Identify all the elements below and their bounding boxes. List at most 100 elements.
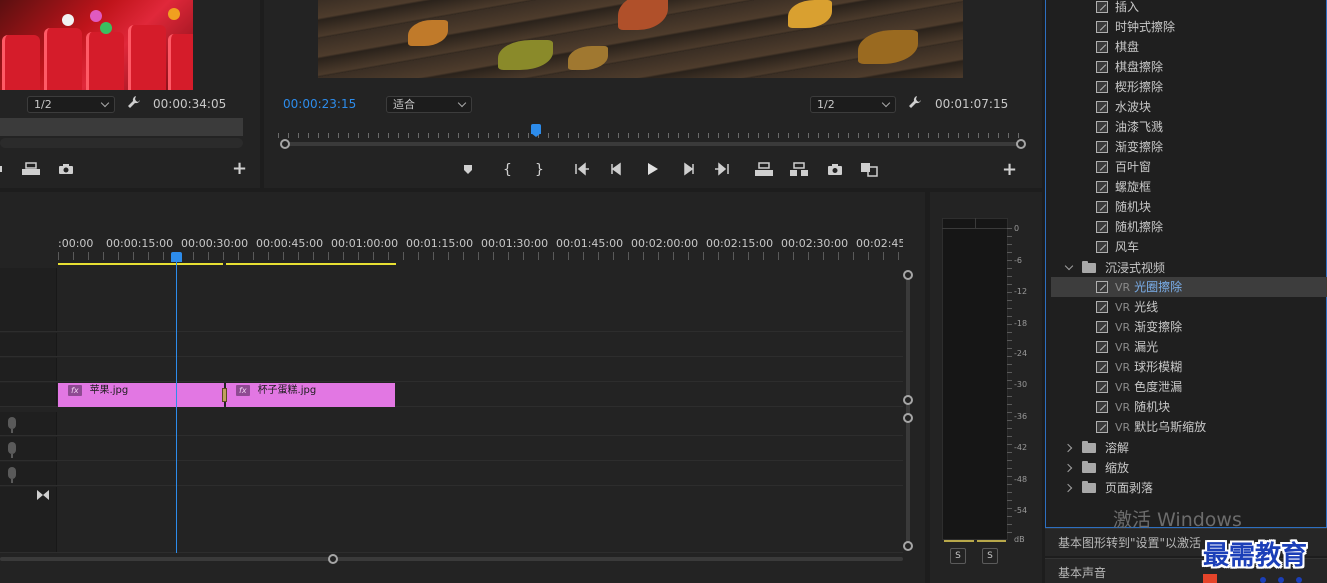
step-back-icon[interactable]	[606, 158, 628, 180]
scroll-handle[interactable]	[903, 413, 913, 423]
play-icon[interactable]	[641, 158, 663, 180]
effect-item[interactable]: 百叶窗	[1051, 157, 1327, 177]
step-forward-icon[interactable]	[677, 158, 699, 180]
track-header[interactable]	[0, 358, 57, 381]
source-resolution-dropdown[interactable]: 1/2	[27, 96, 115, 113]
master-track-row[interactable]	[0, 487, 903, 553]
folder-dissolve[interactable]: 溶解	[1051, 438, 1327, 458]
program-time-ruler[interactable]	[278, 126, 1026, 138]
effect-item[interactable]: VR 随机块	[1051, 397, 1327, 417]
chevron-down-icon[interactable]	[1064, 261, 1074, 271]
source-time-ruler[interactable]	[0, 118, 243, 136]
effect-item[interactable]: 风车	[1051, 237, 1327, 257]
effect-item[interactable]: VR 色度泄漏	[1051, 377, 1327, 397]
program-fit-dropdown[interactable]: 适合	[386, 96, 472, 113]
effect-item[interactable]: VR 渐变擦除	[1051, 317, 1327, 337]
effect-item[interactable]: 插入	[1051, 0, 1327, 17]
audio-track-row[interactable]	[0, 462, 903, 486]
go-to-out-icon[interactable]	[711, 158, 733, 180]
scroll-handle[interactable]	[903, 541, 913, 551]
folder-page-peel[interactable]: 页面剥落	[1051, 478, 1327, 498]
video-track-row[interactable]	[0, 358, 903, 382]
track-header[interactable]	[0, 437, 57, 460]
program-duration-timecode: 00:01:07:15	[935, 97, 1009, 111]
effect-item[interactable]: VR 漏光	[1051, 337, 1327, 357]
overwrite-icon[interactable]	[0, 164, 4, 174]
add-button[interactable]: +	[232, 158, 247, 179]
effect-item[interactable]: 楔形擦除	[1051, 77, 1327, 97]
microphone-icon[interactable]	[8, 417, 16, 429]
effect-item[interactable]: VR 球形模糊	[1051, 357, 1327, 377]
extract-icon[interactable]	[788, 158, 810, 180]
timeline-ruler-labels[interactable]: :00:00 00:00:15:00 00:00:30:00 00:00:45:…	[58, 237, 903, 251]
work-area-bar[interactable]	[58, 263, 223, 265]
solo-left-button[interactable]: S	[950, 548, 966, 564]
microphone-icon[interactable]	[8, 442, 16, 454]
solo-right-button[interactable]: S	[982, 548, 998, 564]
effect-item[interactable]: 螺旋框	[1051, 177, 1327, 197]
program-zoom-scrollbar[interactable]	[280, 139, 1026, 149]
source-timecode[interactable]: 00:00:34:05	[153, 97, 226, 111]
timeline-playhead[interactable]	[171, 252, 182, 262]
effect-item[interactable]: 随机擦除	[1051, 217, 1327, 237]
bowtie-icon[interactable]	[37, 490, 49, 500]
program-resolution-dropdown[interactable]: 1/2	[810, 96, 896, 113]
clip-apple[interactable]: fx 苹果.jpg	[58, 383, 224, 407]
effect-item[interactable]: 时钟式擦除	[1051, 17, 1327, 37]
microphone-icon[interactable]	[8, 467, 16, 479]
source-zoom-scrollbar[interactable]	[0, 138, 243, 148]
effect-item-selected[interactable]: VR 光圈擦除	[1051, 277, 1327, 297]
video-track-row[interactable]	[0, 268, 903, 332]
track-header[interactable]	[0, 268, 57, 331]
video-track-row[interactable]	[0, 333, 903, 357]
timeline-vertical-scrollbar[interactable]	[903, 270, 913, 552]
track-header[interactable]	[0, 412, 57, 435]
effect-item[interactable]: 棋盘	[1051, 37, 1327, 57]
scroll-handle[interactable]	[903, 395, 913, 405]
scroll-handle[interactable]	[903, 270, 913, 280]
effect-item[interactable]: 水波块	[1051, 97, 1327, 117]
transition-marker[interactable]	[222, 388, 227, 402]
scroll-handle[interactable]	[328, 554, 338, 564]
meter-label: -6	[1014, 256, 1022, 265]
export-frame-icon[interactable]	[21, 162, 41, 176]
effect-item[interactable]: 棋盘擦除	[1051, 57, 1327, 77]
program-current-timecode[interactable]: 00:00:23:15	[283, 97, 356, 111]
mark-in-icon[interactable]: {	[495, 158, 517, 180]
audio-track-row[interactable]	[0, 412, 903, 436]
effect-item[interactable]: VR 默比乌斯缩放	[1051, 417, 1327, 437]
chevron-right-icon[interactable]	[1063, 443, 1073, 453]
chevron-right-icon[interactable]	[1063, 463, 1073, 473]
wrench-icon[interactable]	[908, 95, 922, 109]
add-marker-icon[interactable]	[457, 158, 479, 180]
track-header[interactable]	[0, 487, 57, 552]
effect-item[interactable]: 随机块	[1051, 197, 1327, 217]
timeline-ruler-ticks[interactable]	[58, 252, 903, 260]
camera-icon[interactable]	[824, 158, 846, 180]
camera-icon[interactable]	[58, 163, 74, 175]
add-button[interactable]: +	[1002, 159, 1017, 180]
folder-icon	[1082, 481, 1096, 493]
effect-item[interactable]: 油漆飞溅	[1051, 117, 1327, 137]
timeline-horizontal-scrollbar[interactable]	[0, 554, 903, 564]
track-header[interactable]	[0, 462, 57, 485]
zoom-end-handle[interactable]	[1016, 139, 1026, 149]
lift-icon[interactable]	[753, 158, 775, 180]
audio-track-row[interactable]	[0, 437, 903, 461]
wrench-icon[interactable]	[127, 95, 141, 109]
chevron-right-icon[interactable]	[1063, 483, 1073, 493]
meter-label: -36	[1014, 412, 1028, 421]
go-to-in-icon[interactable]	[571, 158, 593, 180]
effect-item[interactable]: VR 光线	[1051, 297, 1327, 317]
track-header[interactable]	[0, 333, 57, 356]
folder-immersive-video[interactable]: 沉浸式视频	[1051, 258, 1327, 278]
clip-cupcake[interactable]: fx 杯子蛋糕.jpg	[226, 383, 395, 407]
track-header[interactable]	[0, 383, 57, 406]
folder-zoom[interactable]: 缩放	[1051, 458, 1327, 478]
work-area-bar[interactable]	[226, 263, 396, 265]
transition-icon	[1096, 381, 1108, 393]
effect-item[interactable]: 渐变擦除	[1051, 137, 1327, 157]
mark-out-icon[interactable]: }	[527, 158, 549, 180]
zoom-start-handle[interactable]	[280, 139, 290, 149]
comparison-view-icon[interactable]	[858, 158, 880, 180]
